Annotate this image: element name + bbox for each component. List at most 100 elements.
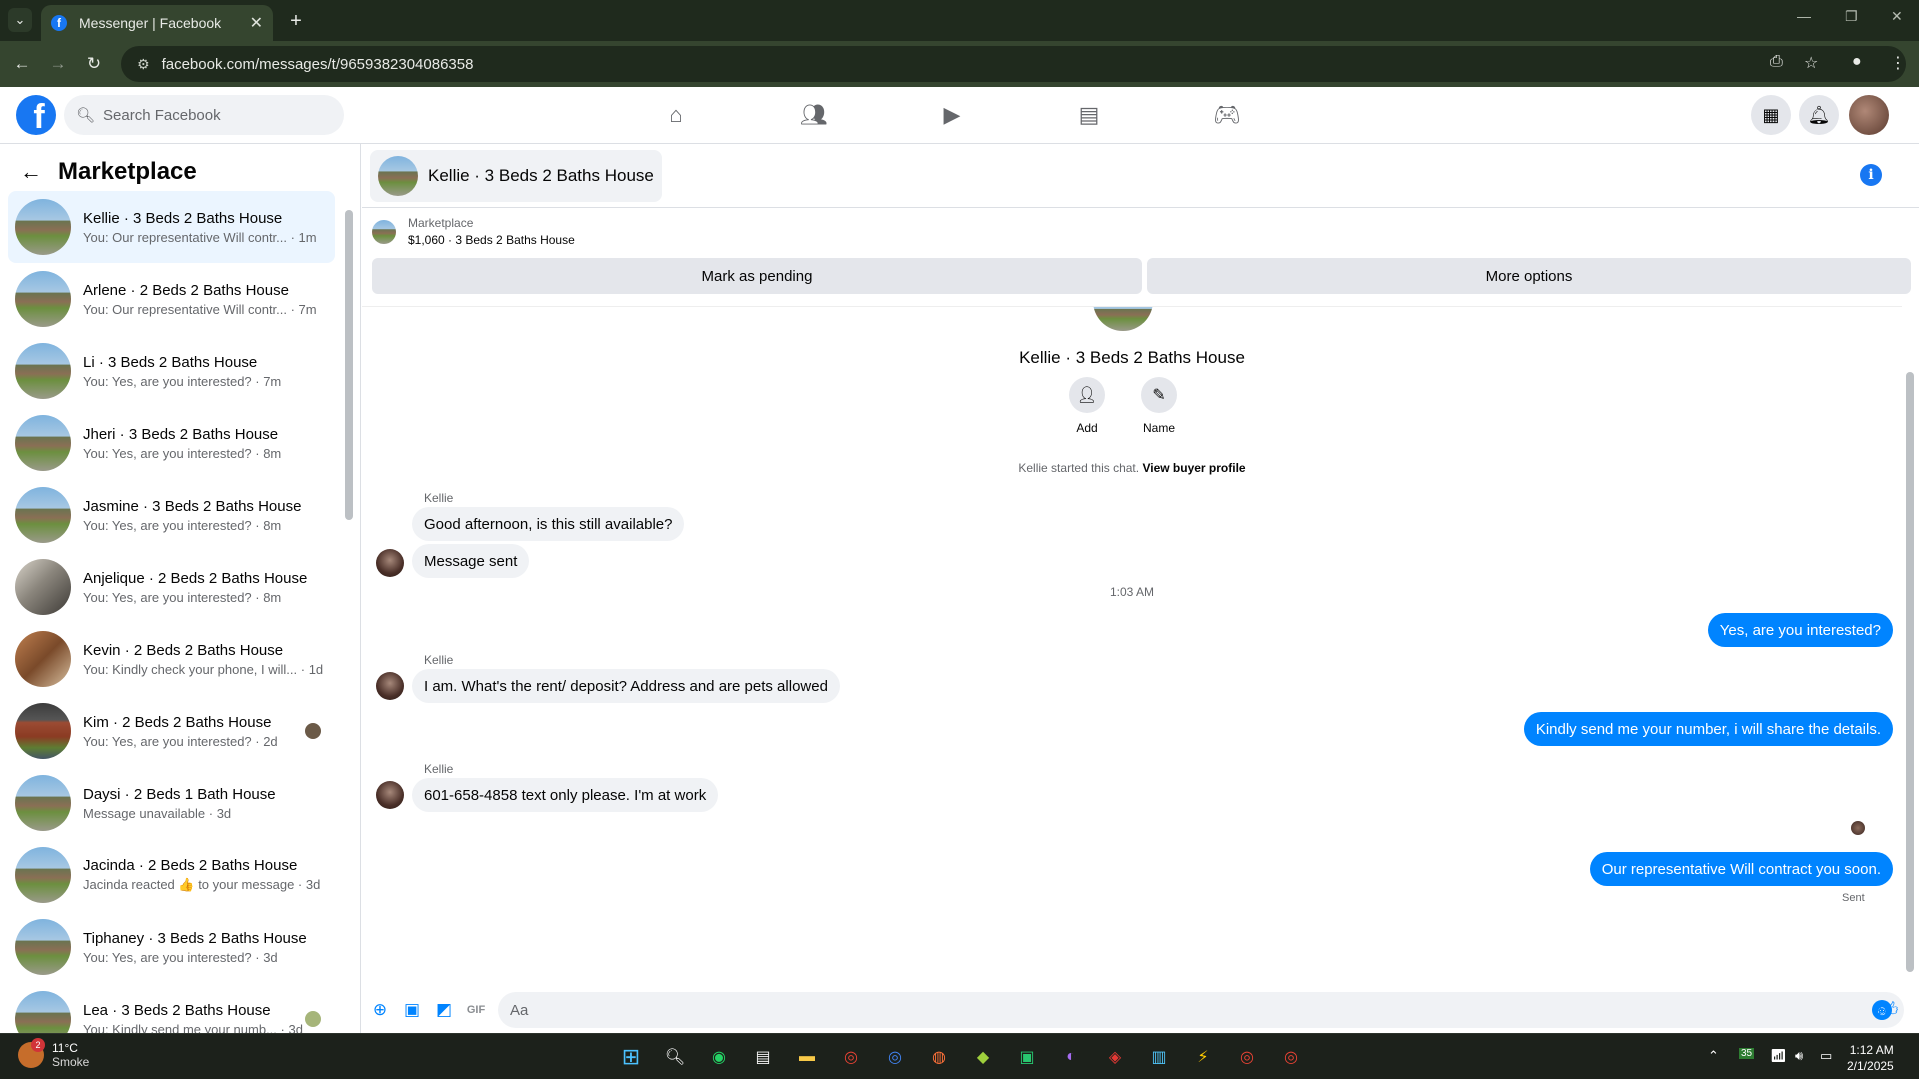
photo-icon[interactable]: ▣: [402, 1000, 422, 1020]
sidebar-title: Marketplace: [58, 158, 197, 185]
marketplace-label: Marketplace: [408, 216, 474, 230]
marketplace-listing-bar[interactable]: Marketplace $1,060 · 3 Beds 2 Baths Hous…: [372, 216, 575, 247]
window-close-button[interactable]: ✕: [1891, 8, 1903, 25]
conversation-item[interactable]: Li · 3 Beds 2 Baths House You: Yes, are y…: [8, 335, 335, 407]
add-action[interactable]: 👤︎ Add: [1062, 377, 1112, 435]
sidebar-scrollbar[interactable]: [345, 192, 353, 1012]
sent-status: Sent: [1842, 892, 1865, 904]
tray-badge[interactable]: 35: [1739, 1048, 1755, 1059]
conversation-item[interactable]: Anjelique · 2 Beds 2 Baths House You: Yes…: [8, 551, 335, 623]
tab-search-button[interactable]: ⌄: [8, 8, 32, 32]
file-explorer-icon[interactable]: ▬: [791, 1041, 823, 1073]
video-icon[interactable]: ▶: [938, 101, 966, 129]
conversation-preview: You: Yes, are you interested? · 8m: [83, 589, 282, 605]
facebook-logo-icon[interactable]: f: [16, 95, 56, 135]
friends-icon[interactable]: 👥︎: [800, 101, 828, 129]
seen-indicator-avatar: [1851, 821, 1865, 835]
clock-time: 1:12 AM: [1849, 1043, 1894, 1057]
info-icon[interactable]: i: [1860, 164, 1882, 186]
browser-menu-icon[interactable]: ⋮: [1890, 53, 1906, 73]
app-icon[interactable]: ◐: [1055, 1041, 1087, 1073]
volume-icon[interactable]: 🔊︎: [1795, 1048, 1803, 1064]
battery-icon[interactable]: ▭: [1820, 1048, 1832, 1064]
conversation-text: Arlene · 2 Beds 2 Baths House You: Our re…: [83, 282, 317, 317]
profile-name: Kellie · 3 Beds 2 Baths House: [1019, 348, 1245, 367]
search-icon[interactable]: 🔍︎: [659, 1041, 691, 1073]
conversation-item[interactable]: Kellie · 3 Beds 2 Baths House You: Our re…: [8, 191, 335, 263]
mark-as-pending-button[interactable]: Mark as pending: [372, 258, 1142, 294]
message-composer: ⊕ ▣ ◩ GIF Aa ☺ 👍︎: [362, 986, 1919, 1033]
message-input[interactable]: Aa ☺: [498, 992, 1904, 1028]
conversation-item[interactable]: Daysi · 2 Beds 1 Bath House Message unava…: [8, 767, 335, 839]
bookmark-star-icon[interactable]: ☆: [1804, 53, 1818, 73]
windows-start-icon[interactable]: ⊞: [615, 1041, 647, 1073]
system-clock[interactable]: 1:12 AM 2/1/2025: [1847, 1042, 1894, 1074]
incoming-message: 601-658-4858 text only please. I'm at wo…: [412, 778, 719, 812]
more-options-button[interactable]: More options: [1147, 258, 1911, 294]
conversation-text: Daysi · 2 Beds 1 Bath House Message unava…: [83, 786, 276, 821]
plus-circle-icon[interactable]: ⊕: [370, 1000, 390, 1020]
marketplace-icon[interactable]: ▤: [1075, 101, 1103, 129]
whatsapp-icon[interactable]: ◉: [703, 1041, 735, 1073]
back-button[interactable]: ←: [11, 53, 33, 75]
tray-chevron-icon[interactable]: ⌃: [1708, 1048, 1719, 1064]
conversation-item[interactable]: Jacinda · 2 Beds 2 Baths House Jacinda re…: [8, 839, 335, 911]
notifications-bell-icon[interactable]: 🔔︎: [1799, 95, 1839, 135]
profile-icon[interactable]: ●: [1852, 53, 1862, 71]
chrome-icon[interactable]: ◎: [879, 1041, 911, 1073]
notes-icon[interactable]: ▥: [1143, 1041, 1175, 1073]
site-info-icon[interactable]: ⚙: [137, 56, 150, 73]
chrome-icon[interactable]: ◎: [1231, 1041, 1263, 1073]
notepad-icon[interactable]: ▤: [747, 1041, 779, 1073]
tab-close-icon[interactable]: ✕: [250, 13, 263, 33]
chrome-icon[interactable]: ◎: [1275, 1041, 1307, 1073]
conversation-item[interactable]: Kevin · 2 Beds 2 Baths House You: Kindly …: [8, 623, 335, 695]
reload-button[interactable]: ↻: [83, 53, 105, 75]
menu-grid-icon[interactable]: ▦: [1751, 95, 1791, 135]
new-tab-button[interactable]: +: [283, 8, 309, 34]
account-avatar[interactable]: [1849, 95, 1889, 135]
conversation-item[interactable]: Jasmine · 3 Beds 2 Baths House You: Yes, …: [8, 479, 335, 551]
weather-widget[interactable]: 2 11°C Smoke: [18, 1038, 89, 1069]
conversation-preview: You: Yes, are you interested? · 8m: [83, 445, 282, 461]
tab-title: Messenger | Facebook: [79, 15, 222, 31]
forward-button[interactable]: →: [47, 53, 69, 75]
address-bar[interactable]: ⚙ facebook.com/messages/t/96593823040863…: [121, 46, 1906, 82]
chat-title: Kellie · 3 Beds 2 Baths House: [428, 166, 654, 185]
conversation-item[interactable]: Arlene · 2 Beds 2 Baths House You: Our re…: [8, 263, 335, 335]
conversation-thumbnail: [15, 415, 71, 471]
sticker-icon[interactable]: ◩: [434, 1000, 454, 1020]
kellie-avatar: [376, 781, 404, 809]
conversation-name: Arlene · 2 Beds 2 Baths House: [83, 281, 289, 299]
app-icon[interactable]: ◈: [1099, 1041, 1131, 1073]
wifi-icon[interactable]: 📶︎: [1770, 1048, 1787, 1064]
back-arrow-icon[interactable]: ←: [20, 159, 42, 185]
conversation-item[interactable]: Tiphaney · 3 Beds 2 Baths House You: Yes,…: [8, 911, 335, 983]
conversation-thumbnail: [15, 343, 71, 399]
view-buyer-profile-link[interactable]: View buyer profile: [1142, 461, 1245, 475]
conversation-item[interactable]: Kim · 2 Beds 2 Baths House You: Yes, are …: [8, 695, 335, 767]
timestamp-separator: 1:03 AM: [1109, 585, 1155, 599]
minimize-button[interactable]: —: [1797, 8, 1811, 24]
app-icon[interactable]: ▣: [1011, 1041, 1043, 1073]
chrome-icon[interactable]: ◎: [835, 1041, 867, 1073]
firefox-icon[interactable]: ◍: [923, 1041, 955, 1073]
home-icon[interactable]: ⌂: [662, 101, 690, 129]
like-thumbs-up-icon[interactable]: 👍︎: [1878, 999, 1899, 1021]
app-icon[interactable]: ◆: [967, 1041, 999, 1073]
conversation-list: Kellie · 3 Beds 2 Baths House You: Our re…: [8, 191, 335, 1033]
restore-button[interactable]: ❐: [1845, 8, 1858, 25]
facebook-search-input[interactable]: 🔍︎ Search Facebook: [64, 95, 344, 135]
chat-title-button[interactable]: Kellie · 3 Beds 2 Baths House: [370, 150, 662, 202]
listing-thumbnail: [378, 156, 418, 196]
power-icon[interactable]: ⚡: [1187, 1041, 1219, 1073]
name-action[interactable]: ✎ Name: [1134, 377, 1184, 435]
conversation-item[interactable]: Lea · 3 Beds 2 Baths House You: Kindly se…: [8, 983, 335, 1033]
install-app-icon[interactable]: ⎙: [1770, 53, 1783, 71]
gaming-icon[interactable]: 🎮︎: [1213, 101, 1241, 129]
facebook-header: f 🔍︎ Search Facebook ⌂ 👥︎ ▶ ▤ 🎮︎ ▦ 🔔︎: [0, 87, 1919, 144]
chat-scrollbar[interactable]: [1903, 306, 1917, 986]
gif-icon[interactable]: GIF: [466, 1000, 486, 1020]
browser-tab[interactable]: f Messenger | Facebook ✕: [41, 5, 273, 41]
conversation-item[interactable]: Jheri · 3 Beds 2 Baths House You: Yes, ar…: [8, 407, 335, 479]
